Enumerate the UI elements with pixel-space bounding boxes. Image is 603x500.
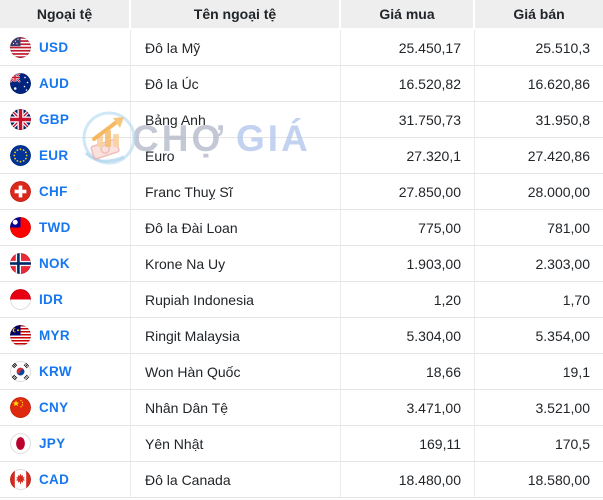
sell-price: 3.521,00	[475, 390, 603, 426]
exchange-rate-table: Ngoại tệ Tên ngoại tệ Giá mua Giá bán US…	[0, 0, 603, 498]
currency-code-link[interactable]: AUD	[39, 76, 69, 91]
header-currency: Ngoại tệ	[0, 0, 131, 30]
table-row: NOK Krone Na Uy 1.903,00 2.303,00	[0, 246, 603, 282]
buy-price: 31.750,73	[341, 102, 475, 138]
buy-price: 27.320,1	[341, 138, 475, 174]
currency-name: Euro	[131, 138, 341, 174]
buy-price: 5.304,00	[341, 318, 475, 354]
currency-code-link[interactable]: CNY	[39, 400, 68, 415]
table-row: CNY Nhân Dân Tệ 3.471,00 3.521,00	[0, 390, 603, 426]
currency-code-link[interactable]: TWD	[39, 220, 71, 235]
sell-price: 2.303,00	[475, 246, 603, 282]
aud-flag-icon	[10, 73, 31, 94]
currency-code-link[interactable]: MYR	[39, 328, 70, 343]
currency-code-link[interactable]: GBP	[39, 112, 69, 127]
cny-flag-icon	[10, 397, 31, 418]
buy-price: 18,66	[341, 354, 475, 390]
currency-name: Rupiah Indonesia	[131, 282, 341, 318]
table-row: MYR Ringit Malaysia 5.304,00 5.354,00	[0, 318, 603, 354]
cad-flag-icon	[10, 469, 31, 490]
nok-flag-icon	[10, 253, 31, 274]
table-row: GBP Bảng Anh 31.750,73 31.950,8	[0, 102, 603, 138]
buy-price: 3.471,00	[341, 390, 475, 426]
sell-price: 31.950,8	[475, 102, 603, 138]
table-row: EUR Euro 27.320,1 27.420,86	[0, 138, 603, 174]
buy-price: 27.850,00	[341, 174, 475, 210]
currency-name: Bảng Anh	[131, 102, 341, 138]
sell-price: 170,5	[475, 426, 603, 462]
currency-name: Đô la Úc	[131, 66, 341, 102]
currency-code-link[interactable]: NOK	[39, 256, 70, 271]
buy-price: 18.480,00	[341, 462, 475, 498]
table-row: AUD Đô la Úc 16.520,82 16.620,86	[0, 66, 603, 102]
sell-price: 27.420,86	[475, 138, 603, 174]
currency-code-link[interactable]: JPY	[39, 436, 65, 451]
sell-price: 5.354,00	[475, 318, 603, 354]
currency-name: Đô la Mỹ	[131, 30, 341, 66]
eur-flag-icon	[10, 145, 31, 166]
idr-flag-icon	[10, 289, 31, 310]
krw-flag-icon	[10, 361, 31, 382]
sell-price: 781,00	[475, 210, 603, 246]
buy-price: 169,11	[341, 426, 475, 462]
sell-price: 25.510,3	[475, 30, 603, 66]
sell-price: 18.580,00	[475, 462, 603, 498]
sell-price: 19,1	[475, 354, 603, 390]
currency-name: Đô la Canada	[131, 462, 341, 498]
currency-code-link[interactable]: CHF	[39, 184, 68, 199]
currency-name: Krone Na Uy	[131, 246, 341, 282]
currency-name: Ringit Malaysia	[131, 318, 341, 354]
table-row: USD Đô la Mỹ 25.450,17 25.510,3	[0, 30, 603, 66]
sell-price: 1,70	[475, 282, 603, 318]
currency-name: Yên Nhật	[131, 426, 341, 462]
currency-name: Franc Thuỵ Sĩ	[131, 174, 341, 210]
usd-flag-icon	[10, 37, 31, 58]
header-buy-price: Giá mua	[341, 0, 475, 30]
currency-code-link[interactable]: EUR	[39, 148, 68, 163]
currency-code-link[interactable]: KRW	[39, 364, 72, 379]
twd-flag-icon	[10, 217, 31, 238]
table-row: TWD Đô la Đài Loan 775,00 781,00	[0, 210, 603, 246]
currency-name: Won Hàn Quốc	[131, 354, 341, 390]
sell-price: 16.620,86	[475, 66, 603, 102]
buy-price: 775,00	[341, 210, 475, 246]
currency-code-link[interactable]: IDR	[39, 292, 63, 307]
currency-name: Nhân Dân Tệ	[131, 390, 341, 426]
table-row: CAD Đô la Canada 18.480,00 18.580,00	[0, 462, 603, 498]
buy-price: 1.903,00	[341, 246, 475, 282]
exchange-rate-page: Ngoại tệ Tên ngoại tệ Giá mua Giá bán US…	[0, 0, 603, 500]
currency-code-link[interactable]: USD	[39, 40, 68, 55]
gbp-flag-icon	[10, 109, 31, 130]
jpy-flag-icon	[10, 433, 31, 454]
buy-price: 16.520,82	[341, 66, 475, 102]
table-row: JPY Yên Nhật 169,11 170,5	[0, 426, 603, 462]
sell-price: 28.000,00	[475, 174, 603, 210]
table-row: CHF Franc Thuỵ Sĩ 27.850,00 28.000,00	[0, 174, 603, 210]
table-row: IDR Rupiah Indonesia 1,20 1,70	[0, 282, 603, 318]
chf-flag-icon	[10, 181, 31, 202]
myr-flag-icon	[10, 325, 31, 346]
rates-table-body: USD Đô la Mỹ 25.450,17 25.510,3 AUD Đô l…	[0, 30, 603, 498]
buy-price: 1,20	[341, 282, 475, 318]
buy-price: 25.450,17	[341, 30, 475, 66]
table-header-row: Ngoại tệ Tên ngoại tệ Giá mua Giá bán	[0, 0, 603, 30]
table-row: KRW Won Hàn Quốc 18,66 19,1	[0, 354, 603, 390]
currency-code-link[interactable]: CAD	[39, 472, 69, 487]
header-sell-price: Giá bán	[475, 0, 603, 30]
header-currency-name: Tên ngoại tệ	[131, 0, 341, 30]
currency-name: Đô la Đài Loan	[131, 210, 341, 246]
